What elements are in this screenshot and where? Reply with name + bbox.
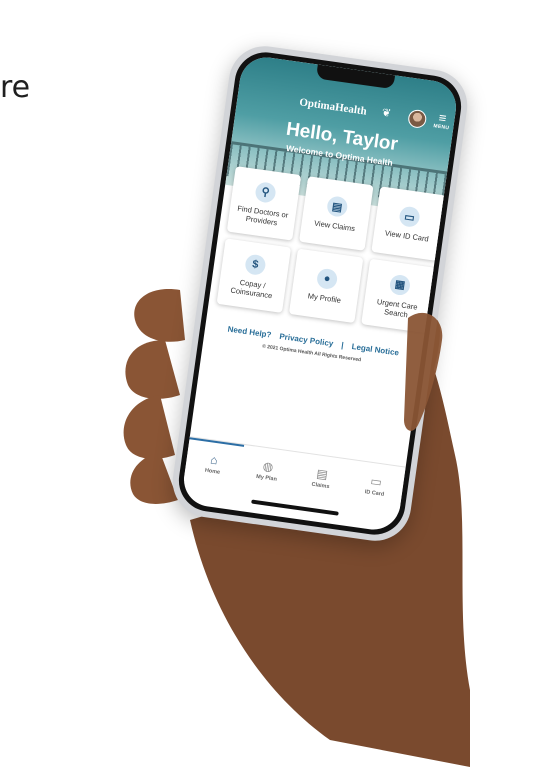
- tile-label: My Profile: [307, 291, 342, 305]
- claims-icon: ▤: [315, 466, 329, 482]
- tile-find-doctors[interactable]: ⚲ Find Doctors or Providers: [226, 166, 302, 241]
- tab-label: Claims: [311, 481, 330, 491]
- home-icon: ⌂: [209, 452, 219, 468]
- tab-claims[interactable]: ▤ Claims: [292, 452, 352, 503]
- tab-label: ID Card: [364, 489, 385, 498]
- legal-notice-link[interactable]: Legal Notice: [351, 342, 399, 358]
- tile-label: Copay / Coinsurance: [229, 277, 273, 300]
- document-icon: ▤: [325, 195, 349, 218]
- app-screen: OptimaHealth ❦ ≡ MENU Hello, Taylor Welc…: [180, 54, 460, 533]
- quick-action-grid: ⚲ Find Doctors or Providers ▤ View Claim…: [216, 166, 446, 334]
- dollar-icon: $: [244, 252, 267, 276]
- bottom-tab-bar: ⌂ Home ◍ My Plan ▤ Claims ▭ ID Card: [183, 436, 406, 512]
- need-help-link[interactable]: Need Help?: [227, 325, 272, 340]
- tile-label: View Claims: [313, 218, 356, 234]
- clinic-icon: ▦: [388, 273, 412, 296]
- home-indicator[interactable]: [251, 499, 339, 516]
- globe-icon: ◍: [261, 458, 275, 475]
- brand-logo-icon: ❦: [380, 106, 392, 121]
- tab-id-card[interactable]: ▭ ID Card: [346, 460, 406, 511]
- brand-logo: OptimaHealth: [298, 96, 368, 118]
- tile-copay[interactable]: $ Copay / Coinsurance: [216, 238, 292, 313]
- search-icon: ⚲: [254, 180, 277, 204]
- tile-urgent-care[interactable]: ▦ Urgent Care Search: [361, 258, 436, 334]
- person-icon: ●: [315, 267, 339, 291]
- id-card-icon: ▭: [369, 473, 383, 490]
- tile-view-id-card[interactable]: ▭ View ID Card: [371, 186, 446, 261]
- tab-home[interactable]: ⌂ Home: [183, 437, 244, 489]
- tab-label: My Plan: [255, 473, 278, 483]
- privacy-policy-link[interactable]: Privacy Policy: [279, 332, 334, 348]
- id-card-icon: ▭: [398, 205, 421, 229]
- menu-button[interactable]: ≡ MENU: [429, 110, 455, 132]
- tile-view-claims[interactable]: ▤ View Claims: [299, 176, 374, 251]
- tile-label: View ID Card: [384, 228, 430, 244]
- tile-label: Find Doctors or Providers: [236, 203, 289, 227]
- tab-label: Home: [204, 467, 221, 476]
- tab-my-plan[interactable]: ◍ My Plan: [238, 445, 298, 496]
- tile-my-profile[interactable]: ● My Profile: [288, 248, 364, 324]
- tile-label: Urgent Care Search: [376, 296, 419, 319]
- link-separator: |: [340, 340, 345, 350]
- avatar[interactable]: [407, 108, 428, 130]
